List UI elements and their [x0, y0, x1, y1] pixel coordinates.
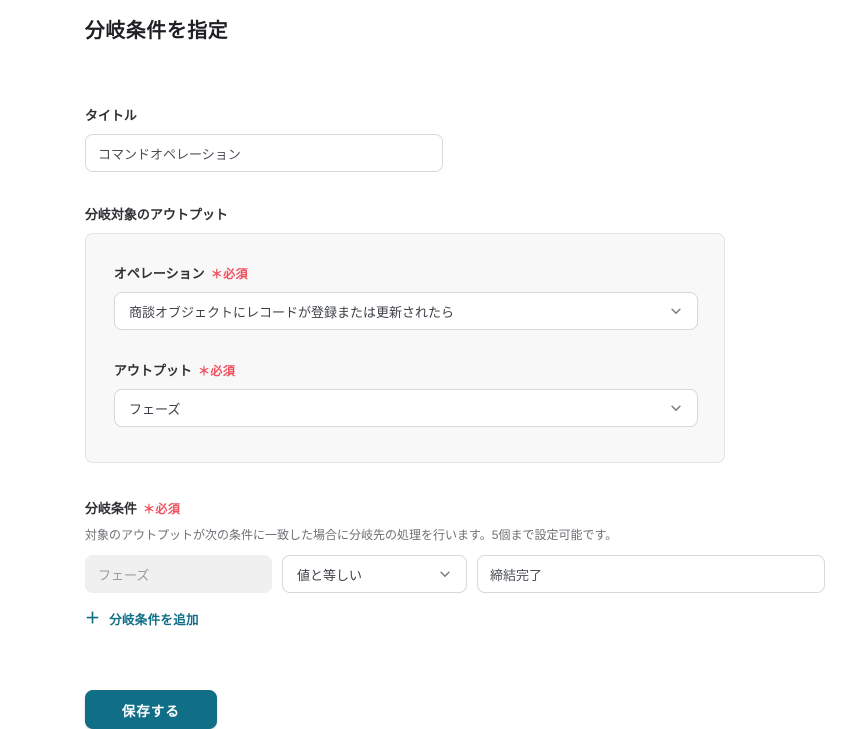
chevron-down-icon [669, 401, 683, 415]
branch-output-section: 分岐対象のアウトプット オペレーション ＊必須 商談オブジェクトにレコードが登録ま… [85, 204, 825, 463]
save-button[interactable]: 保存する [85, 690, 217, 729]
operation-label-text: オペレーション [114, 266, 205, 281]
title-input[interactable] [85, 134, 443, 172]
condition-target-input: フェーズ [85, 555, 272, 593]
branch-output-card: オペレーション ＊必須 商談オブジェクトにレコードが登録または更新されたら アウト… [85, 233, 725, 463]
operator-select[interactable]: 値と等しい [282, 555, 467, 593]
output-field-group: アウトプット ＊必須 フェーズ [114, 360, 696, 427]
operation-select-value: 商談オブジェクトにレコードが登録または更新されたら [129, 302, 454, 321]
operation-select[interactable]: 商談オブジェクトにレコードが登録または更新されたら [114, 292, 698, 330]
chevron-down-icon [669, 304, 683, 318]
output-label-text: アウトプット [114, 363, 192, 378]
operation-field-group: オペレーション ＊必須 商談オブジェクトにレコードが登録または更新されたら [114, 263, 696, 330]
required-badge: ＊必須 [143, 502, 181, 516]
condition-label-text: 分岐条件 [85, 501, 137, 516]
condition-row: フェーズ 値と等しい [85, 555, 825, 593]
output-select[interactable]: フェーズ [114, 389, 698, 427]
page-title: 分岐条件を指定 [85, 14, 825, 43]
title-field-group: タイトル [85, 105, 825, 172]
branch-condition-section: 分岐条件 ＊必須 対象のアウトプットが次の条件に一致した場合に分岐先の処理を行いま… [85, 498, 825, 628]
operation-label: オペレーション ＊必須 [114, 263, 696, 282]
title-field-label: タイトル [85, 105, 825, 124]
condition-description: 対象のアウトプットが次の条件に一致した場合に分岐先の処理を行います。5個まで設定… [85, 526, 825, 543]
chevron-down-icon [438, 567, 452, 581]
plus-icon: ＋ [85, 611, 100, 626]
branch-output-section-label: 分岐対象のアウトプット [85, 204, 825, 223]
required-badge: ＊必須 [198, 364, 236, 378]
output-select-value: フェーズ [129, 399, 180, 418]
condition-value-input[interactable] [477, 555, 825, 593]
condition-label: 分岐条件 ＊必須 [85, 498, 825, 517]
form-content: 分岐条件を指定 タイトル 分岐対象のアウトプット オペレーション ＊必須 商談オブ… [0, 0, 825, 729]
required-badge: ＊必須 [211, 267, 249, 281]
condition-target-value: フェーズ [98, 565, 149, 584]
operator-select-value: 値と等しい [297, 565, 362, 584]
add-condition-button[interactable]: ＋ 分岐条件を追加 [85, 609, 199, 628]
add-condition-label: 分岐条件を追加 [109, 609, 199, 628]
output-label: アウトプット ＊必須 [114, 360, 696, 379]
branch-condition-page: 分岐条件を指定 タイトル 分岐対象のアウトプット オペレーション ＊必須 商談オブ… [0, 0, 868, 721]
